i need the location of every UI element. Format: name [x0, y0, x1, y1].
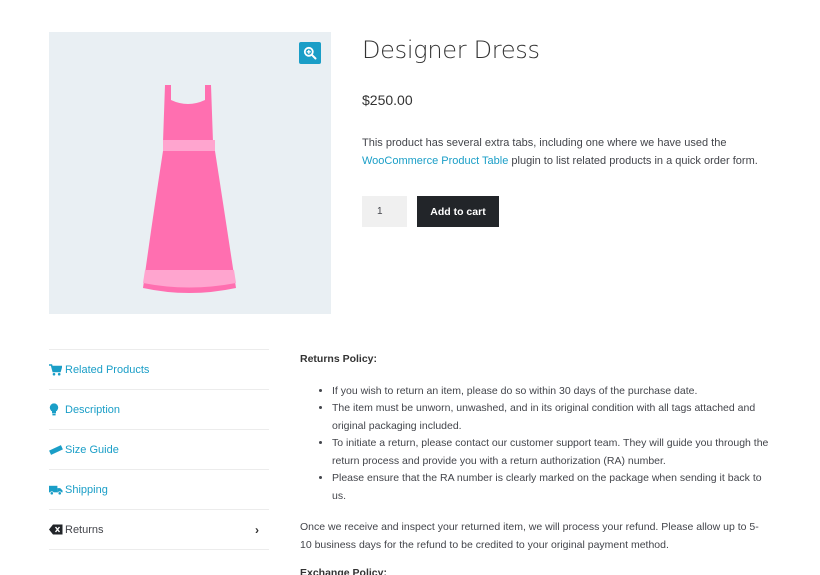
returns-list: If you wish to return an item, please do…	[332, 383, 770, 506]
lightbulb-icon	[49, 403, 63, 416]
add-to-cart-button[interactable]: Add to cart	[417, 196, 499, 227]
list-item: The item must be unworn, unwashed, and i…	[332, 400, 770, 435]
tab-shipping[interactable]: Shipping	[49, 470, 269, 510]
list-item: If you wish to return an item, please do…	[332, 383, 770, 401]
cart-icon	[49, 363, 63, 376]
tab-returns[interactable]: Returns ›	[49, 510, 269, 550]
backspace-icon	[49, 524, 63, 535]
returns-policy-heading: Returns Policy:	[300, 353, 378, 365]
ruler-icon	[49, 444, 63, 456]
tab-related-products[interactable]: Related Products	[49, 350, 269, 390]
truck-icon	[49, 484, 63, 496]
add-to-cart-form: Add to cart	[362, 196, 499, 227]
product-short-description: This product has several extra tabs, inc…	[362, 137, 758, 167]
zoom-button[interactable]	[299, 42, 321, 64]
tab-label: Description	[65, 403, 121, 416]
tab-label: Shipping	[65, 483, 108, 496]
product-price: $250.00	[362, 92, 413, 108]
product-gallery	[49, 32, 331, 314]
returns-panel: Returns Policy: If you wish to return an…	[300, 351, 770, 575]
list-item: Please ensure that the RA number is clea…	[332, 470, 770, 505]
list-item: To initiate a return, please contact our…	[332, 435, 770, 470]
refund-paragraph: Once we receive and inspect your returne…	[300, 521, 759, 551]
exchange-policy-heading: Exchange Policy:	[300, 567, 387, 575]
tab-label: Size Guide	[65, 443, 119, 456]
tab-size-guide[interactable]: Size Guide	[49, 430, 269, 470]
quantity-input[interactable]	[362, 196, 407, 227]
product-tabs: Related Products Description Size Guide …	[49, 349, 269, 550]
product-summary: Designer Dress $250.00 This product has …	[362, 30, 782, 227]
chevron-right-icon: ›	[255, 523, 259, 537]
woocommerce-product-table-link[interactable]: WooCommerce Product Table	[362, 155, 508, 167]
dress-image[interactable]	[141, 82, 241, 297]
tab-description[interactable]: Description	[49, 390, 269, 430]
magnifier-plus-icon	[303, 46, 317, 60]
tab-label: Returns	[65, 523, 104, 536]
tab-label: Related Products	[65, 363, 150, 376]
product-title: Designer Dress	[362, 36, 540, 64]
